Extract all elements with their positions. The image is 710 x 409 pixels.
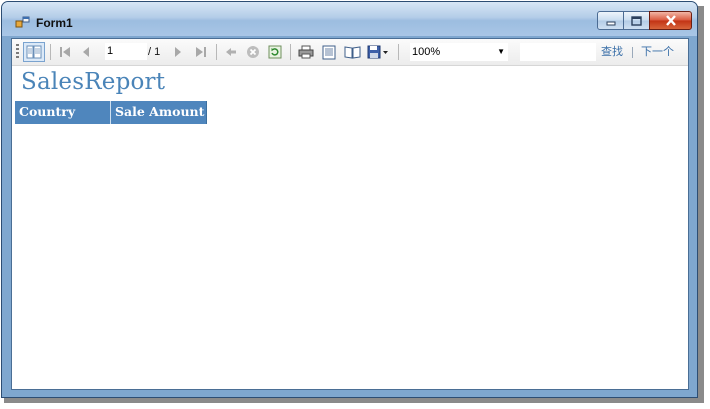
- maximize-button[interactable]: [623, 11, 650, 30]
- printer-icon: [298, 45, 314, 59]
- previous-page-icon: [81, 46, 91, 58]
- find-separator: [632, 47, 633, 58]
- print-button[interactable]: [296, 39, 316, 65]
- next-page-button[interactable]: [170, 39, 186, 65]
- back-button[interactable]: [222, 39, 240, 65]
- zoom-select[interactable]: 100% ▼: [410, 43, 508, 61]
- close-icon: [665, 15, 677, 26]
- last-page-button[interactable]: [192, 39, 210, 65]
- first-page-icon: [59, 46, 71, 58]
- zoom-value: 100%: [412, 46, 441, 58]
- toolbar-separator: [216, 44, 217, 60]
- app-window: Form1 1 / 1 100% ▼ 查找 下一个 SalesReport Co…: [1, 1, 698, 398]
- refresh-button[interactable]: [266, 39, 284, 65]
- find-text-input[interactable]: [520, 43, 596, 61]
- page-layout-icon: [322, 45, 336, 60]
- document-map-button[interactable]: [22, 39, 46, 65]
- find-next-link[interactable]: 下一个: [641, 39, 674, 65]
- title-bar[interactable]: Form1: [2, 2, 697, 36]
- current-page-input[interactable]: 1: [105, 43, 147, 60]
- find-link[interactable]: 查找: [601, 39, 623, 65]
- toolbar-separator: [50, 44, 51, 60]
- print-layout-button[interactable]: [319, 39, 339, 65]
- chevron-down-icon: ▼: [497, 47, 505, 56]
- page-setup-icon: [344, 45, 361, 59]
- document-map-icon: [23, 42, 45, 62]
- column-header-country: Country: [15, 101, 111, 124]
- stop-icon: [246, 45, 260, 59]
- last-page-icon: [195, 46, 207, 58]
- toolbar-separator: [290, 44, 291, 60]
- total-pages-label: / 1: [148, 46, 161, 58]
- first-page-button[interactable]: [56, 39, 74, 65]
- back-arrow-icon: [225, 47, 237, 57]
- toolbar-grip[interactable]: [16, 44, 19, 60]
- refresh-icon: [268, 45, 282, 59]
- report-table-header: Country Sale Amount: [15, 101, 207, 124]
- previous-page-button[interactable]: [78, 39, 94, 65]
- minimize-icon: [606, 16, 616, 26]
- maximize-icon: [631, 15, 642, 26]
- report-title: SalesReport: [21, 69, 166, 95]
- toolbar-separator: [398, 44, 399, 60]
- save-disk-icon: [367, 45, 389, 59]
- page-setup-button[interactable]: [341, 39, 363, 65]
- form-app-icon[interactable]: [15, 15, 31, 29]
- stop-button[interactable]: [244, 39, 262, 65]
- next-page-icon: [173, 46, 183, 58]
- export-button[interactable]: [365, 39, 391, 65]
- window-title: Form1: [36, 16, 73, 30]
- close-button[interactable]: [649, 11, 692, 30]
- minimize-button[interactable]: [597, 11, 624, 30]
- report-viewer: 1 / 1 100% ▼ 查找 下一个 SalesReport Country …: [11, 38, 689, 390]
- column-header-sale-amount: Sale Amount: [111, 101, 207, 124]
- report-toolbar: 1 / 1 100% ▼ 查找 下一个: [12, 39, 688, 66]
